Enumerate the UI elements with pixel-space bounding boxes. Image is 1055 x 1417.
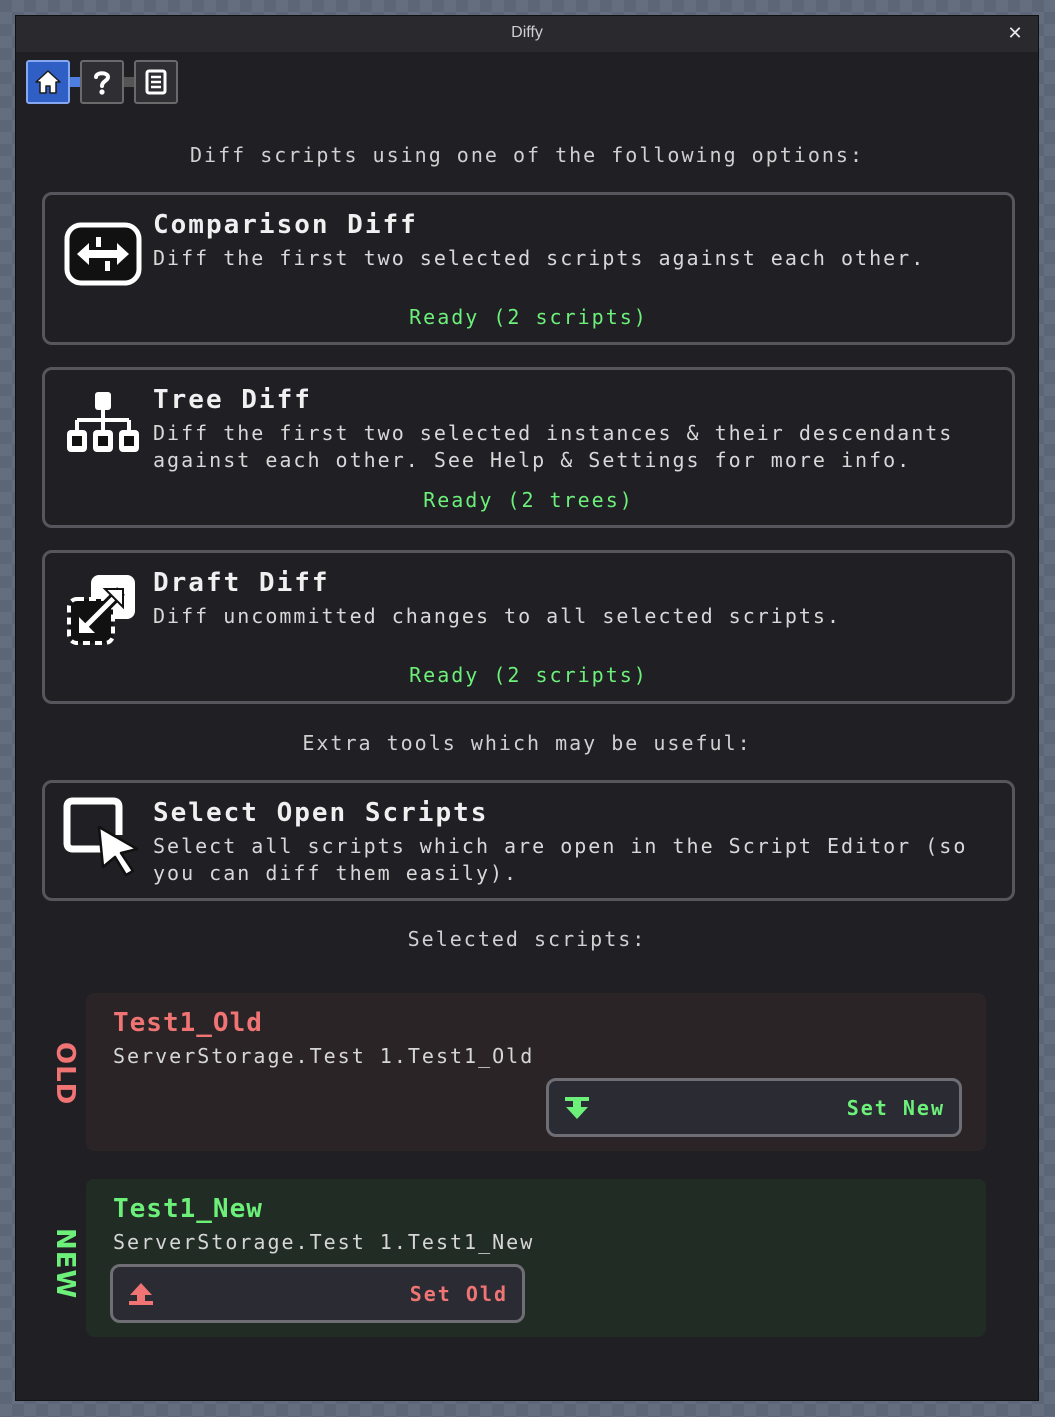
comparison-diff-description: Diff the first two selected scripts agai… — [153, 246, 926, 270]
set-old-button[interactable]: Set Old — [110, 1264, 525, 1323]
select-open-scripts-description: Select all scripts which are open in the… — [153, 834, 968, 885]
draft-diff-card[interactable]: Draft Diff Diff uncommitted changes to a… — [42, 550, 1015, 704]
home-tab-button[interactable] — [26, 60, 70, 104]
old-script-card: Test1_Old ServerStorage.Test 1.Test1_Old… — [86, 993, 986, 1151]
set-new-button[interactable]: Set New — [546, 1078, 962, 1137]
home-icon — [35, 70, 61, 94]
old-side-label: OLD — [50, 1042, 80, 1106]
title-bar: Diffy ✕ — [16, 16, 1038, 52]
extra-tools-heading: Extra tools which may be useful: — [302, 731, 752, 755]
diffy-window: Diffy ✕ Diff scripts using one of the fo… — [15, 15, 1039, 1401]
select-open-scripts-card[interactable]: Select Open Scripts Select all scripts w… — [42, 780, 1015, 901]
arrow-down-bar-icon — [565, 1097, 589, 1119]
tree-diff-title: Tree Diff — [153, 385, 312, 415]
toolbar-connector — [70, 77, 80, 87]
changelog-tab-button[interactable] — [134, 60, 178, 104]
arrows-compare-icon — [64, 222, 142, 286]
question-mark-icon — [94, 71, 111, 95]
old-script-path: ServerStorage.Test 1.Test1_Old — [113, 1044, 535, 1068]
comparison-diff-title: Comparison Diff — [153, 210, 418, 240]
comparison-diff-card[interactable]: Comparison Diff Diff the first two selec… — [42, 192, 1015, 345]
document-list-icon — [145, 69, 167, 95]
window-title: Diffy — [511, 24, 543, 41]
arrow-up-bar-icon — [129, 1283, 153, 1305]
close-button[interactable]: ✕ — [1004, 23, 1026, 45]
set-old-label: Set Old — [409, 1282, 508, 1306]
tree-diff-card[interactable]: Tree Diff Diff the first two selected in… — [42, 367, 1015, 528]
toolbar-connector — [124, 77, 134, 87]
help-tab-button[interactable] — [80, 60, 124, 104]
comparison-diff-status: Ready (2 scripts) — [409, 305, 648, 329]
select-open-scripts-title: Select Open Scripts — [153, 798, 489, 828]
draft-arrow-icon — [67, 575, 135, 645]
select-cursor-icon — [63, 797, 139, 877]
hierarchy-tree-icon — [67, 392, 139, 452]
selected-scripts-heading: Selected scripts: — [407, 927, 647, 951]
set-new-label: Set New — [846, 1096, 945, 1120]
new-side-label: NEW — [50, 1228, 80, 1300]
new-script-card: Test1_New ServerStorage.Test 1.Test1_New… — [86, 1179, 986, 1337]
draft-diff-description: Diff uncommitted changes to all selected… — [153, 604, 842, 628]
draft-diff-title: Draft Diff — [153, 568, 330, 598]
intro-heading: Diff scripts using one of the following … — [190, 143, 864, 167]
new-script-path: ServerStorage.Test 1.Test1_New — [113, 1230, 535, 1254]
draft-diff-status: Ready (2 scripts) — [409, 663, 648, 687]
old-script-name: Test1_Old — [113, 1008, 263, 1038]
tree-diff-description: Diff the first two selected instances & … — [153, 421, 954, 472]
tree-diff-status: Ready (2 trees) — [423, 488, 634, 512]
new-script-name: Test1_New — [113, 1194, 263, 1224]
